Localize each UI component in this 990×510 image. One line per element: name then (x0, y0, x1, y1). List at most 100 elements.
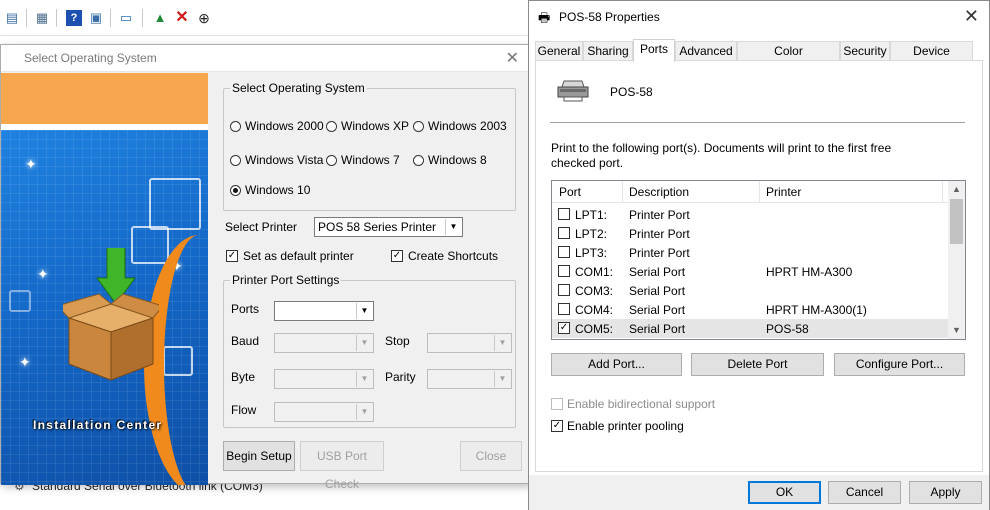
tab-device-settings[interactable]: Device Settings (890, 41, 973, 76)
chevron-down-icon[interactable]: ▼ (356, 404, 372, 420)
help-icon[interactable]: ? (66, 10, 82, 26)
list-icon[interactable]: ▦ (34, 10, 50, 26)
tab-security[interactable]: Security (840, 41, 890, 61)
close-button[interactable]: Close (460, 441, 522, 471)
radio-button[interactable] (326, 154, 337, 166)
column-header-description[interactable]: Description (629, 185, 689, 199)
checkbox-box[interactable]: ✓ (551, 420, 563, 432)
radio-button[interactable] (326, 120, 337, 132)
parity-select[interactable]: ▼ (427, 369, 512, 389)
installation-banner: ✦ ✦ ✦ ✦ Installation Center (1, 130, 208, 485)
chevron-down-icon[interactable]: ▼ (494, 371, 510, 387)
scrollbar-thumb[interactable] (950, 199, 963, 244)
port-row-lpt2[interactable]: LPT2: Printer Port (552, 224, 949, 243)
chevron-down-icon[interactable]: ▼ (356, 303, 372, 319)
chevron-up-icon[interactable]: ▲ (948, 181, 965, 198)
ok-button[interactable]: OK (748, 481, 821, 504)
delete-port-button[interactable]: Delete Port (691, 353, 824, 376)
radio-button-selected[interactable] (230, 184, 241, 196)
port-row-lpt3[interactable]: LPT3: Printer Port (552, 243, 949, 262)
tab-bar: General Sharing Ports Advanced Color Man… (535, 39, 985, 76)
installer-titlebar[interactable]: Select Operating System ✕ (1, 45, 529, 72)
tab-general[interactable]: General (535, 41, 583, 61)
port-group-label: Printer Port Settings (230, 273, 342, 287)
ports-select[interactable]: ▼ (274, 301, 374, 321)
byte-select[interactable]: ▼ (274, 369, 374, 389)
baud-select[interactable]: ▼ (274, 333, 374, 353)
properties-icon[interactable]: ▣ (88, 10, 104, 26)
bidirectional-checkbox[interactable]: Enable bidirectional support (551, 397, 715, 411)
checkbox-box[interactable]: ✓ (226, 250, 238, 262)
port-row-com3[interactable]: COM3: Serial Port (552, 281, 949, 300)
ports-listview[interactable]: Port Description Printer LPT1: Printer P… (551, 180, 966, 340)
os-radio-windows-2003[interactable]: Windows 2003 (413, 119, 507, 133)
add-device-icon[interactable]: ▲ (152, 10, 168, 26)
tab-sharing[interactable]: Sharing (583, 41, 633, 61)
tab-ports[interactable]: Ports (633, 39, 675, 62)
chevron-down-icon[interactable]: ▼ (494, 335, 510, 351)
port-checkbox[interactable] (558, 208, 570, 220)
os-radio-windows-7[interactable]: Windows 7 (326, 153, 400, 167)
properties-window: 🖶 POS-58 Properties ✕ General Sharing Po… (528, 0, 990, 510)
checkbox-box[interactable] (551, 398, 563, 410)
port-row-com5[interactable]: ✓ COM5: Serial Port POS-58 (552, 319, 949, 338)
port-row-com1[interactable]: COM1: Serial Port HPRT HM-A300 (552, 262, 949, 281)
properties-close-icon[interactable]: ✕ (964, 6, 979, 27)
os-radio-windows-10[interactable]: Windows 10 (230, 183, 310, 197)
column-divider[interactable] (942, 181, 943, 203)
usb-port-check-button[interactable]: USB Port Check (300, 441, 384, 491)
port-row-lpt1[interactable]: LPT1: Printer Port (552, 205, 949, 224)
port-checkbox[interactable] (558, 303, 570, 315)
port-checkbox[interactable] (558, 246, 570, 258)
checkbox-box[interactable]: ✓ (391, 250, 403, 262)
radio-button[interactable] (230, 120, 241, 132)
chevron-down-icon[interactable]: ▼ (445, 219, 461, 235)
port-row-com4[interactable]: COM4: Serial Port HPRT HM-A300(1) (552, 300, 949, 319)
os-radio-windows-xp[interactable]: Windows XP (326, 119, 409, 133)
stop-select[interactable]: ▼ (427, 333, 512, 353)
configure-port-button[interactable]: Configure Port... (834, 353, 965, 376)
os-radio-windows-8[interactable]: Windows 8 (413, 153, 487, 167)
port-checkbox[interactable] (558, 265, 570, 277)
ports-scrollbar[interactable]: ▲ ▼ (948, 181, 965, 339)
properties-titlebar[interactable]: 🖶 POS-58 Properties ✕ (529, 1, 989, 32)
port-description: Printer Port (629, 227, 690, 241)
apply-button[interactable]: Apply (909, 481, 982, 504)
default-printer-checkbox[interactable]: ✓ Set as default printer (226, 249, 354, 263)
chevron-down-icon[interactable]: ▼ (356, 371, 372, 387)
radio-button[interactable] (413, 120, 424, 132)
port-checkbox[interactable] (558, 227, 570, 239)
begin-setup-button[interactable]: Begin Setup (223, 441, 295, 471)
radio-button[interactable] (230, 154, 241, 166)
port-checkbox-checked[interactable]: ✓ (558, 322, 570, 334)
radio-button[interactable] (413, 154, 424, 166)
chevron-down-icon[interactable]: ▼ (948, 322, 965, 339)
os-option-label: Windows 10 (245, 183, 311, 197)
tab-color-management[interactable]: Color Management (737, 41, 840, 76)
column-header-printer[interactable]: Printer (766, 185, 801, 199)
port-printer: POS-58 (766, 322, 809, 336)
column-divider[interactable] (759, 181, 760, 203)
os-radio-windows-vista[interactable]: Windows Vista (230, 153, 323, 167)
monitor-icon[interactable]: ▭ (118, 10, 134, 26)
printer-icon: 🖶 (538, 10, 551, 25)
flow-select[interactable]: ▼ (274, 402, 374, 422)
port-description: Serial Port (629, 303, 686, 317)
chevron-down-icon[interactable]: ▼ (356, 335, 372, 351)
installer-close-icon[interactable]: ✕ (506, 48, 519, 68)
port-checkbox[interactable] (558, 284, 570, 296)
remove-icon[interactable]: ✕ (174, 10, 190, 26)
download-icon[interactable]: ⊕ (196, 10, 212, 26)
create-shortcuts-checkbox[interactable]: ✓ Create Shortcuts (391, 249, 498, 263)
properties-title: POS-58 Properties (559, 10, 660, 24)
window-icon[interactable]: ▤ (4, 10, 20, 26)
column-divider[interactable] (622, 181, 623, 203)
tab-advanced[interactable]: Advanced (675, 41, 737, 61)
os-radio-windows-2000[interactable]: Windows 2000 (230, 119, 324, 133)
printer-select[interactable]: POS 58 Series Printer ▼ (314, 217, 463, 237)
add-port-button[interactable]: Add Port... (551, 353, 682, 376)
cancel-button[interactable]: Cancel (828, 481, 901, 504)
port-description: Serial Port (629, 265, 686, 279)
column-header-port[interactable]: Port (559, 185, 581, 199)
printer-pooling-checkbox[interactable]: ✓ Enable printer pooling (551, 419, 684, 433)
